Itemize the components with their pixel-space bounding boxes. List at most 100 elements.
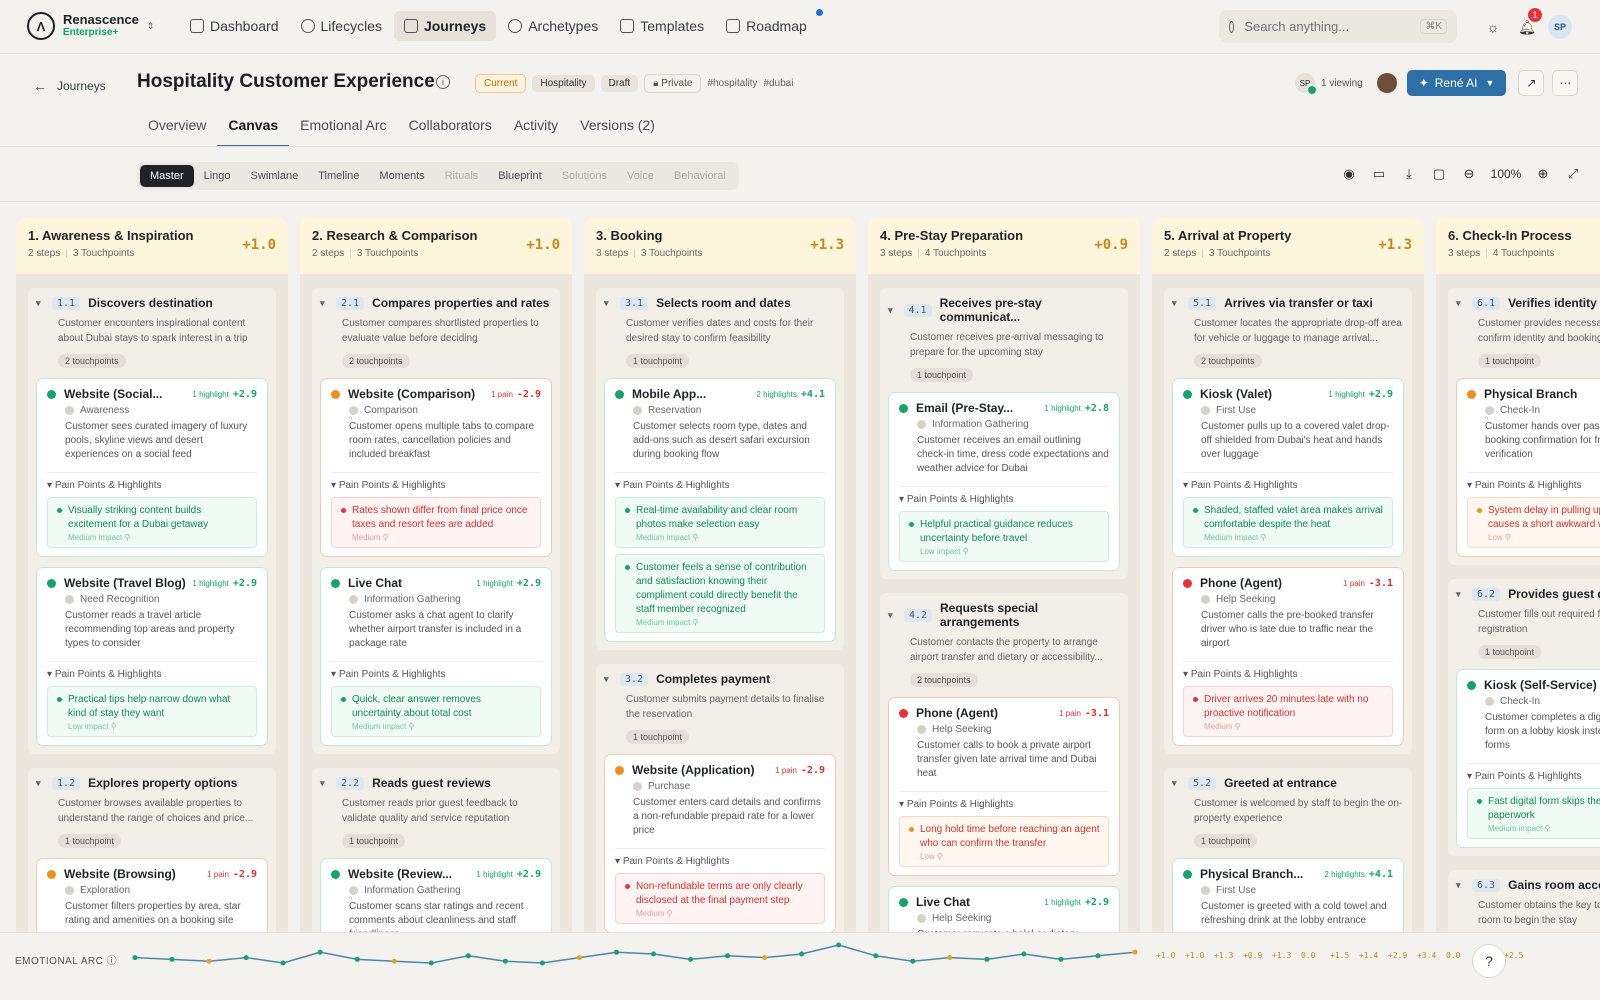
step-header[interactable]: ▾ 5.2 Greeted at entrance	[1172, 776, 1404, 790]
emotional-arc-point[interactable]	[651, 951, 657, 957]
touchpoint-card[interactable]: Website (Social... 1 highlight +2.9 Awarene…	[36, 378, 268, 557]
pain-points-toggle[interactable]: ▾ Pain Points & Highlights	[331, 472, 541, 491]
view-moments[interactable]: Moments	[369, 165, 434, 187]
chevron-down-icon[interactable]: ▾	[36, 298, 52, 309]
pain-points-toggle[interactable]: ▾ Pain Points & Highlights	[331, 661, 541, 680]
stage-header[interactable]: 5. Arrival at Property 2 steps | 3 Touchpoi…	[1152, 218, 1424, 274]
viewer-avatar[interactable]: SP	[1295, 73, 1317, 95]
pain-point-item[interactable]: System delay in pulling up the booking c…	[1467, 497, 1600, 548]
chevron-down-icon[interactable]: ▾	[888, 610, 904, 621]
emotional-arc-point[interactable]	[243, 955, 249, 961]
pain-points-toggle[interactable]: ▾ Pain Points & Highlights	[615, 472, 825, 491]
pain-points-toggle[interactable]: ▾ Pain Points & Highlights	[1467, 763, 1600, 782]
stage-header[interactable]: 1. Awareness & Inspiration 2 steps | 3 Touc…	[16, 218, 288, 274]
highlight-item[interactable]: Customer feels a sense of contribution a…	[615, 554, 825, 633]
pain-point-item[interactable]: Non-refundable terms are only clearly di…	[615, 873, 825, 924]
emotional-arc-point[interactable]	[1132, 949, 1138, 955]
pain-point-item[interactable]: Driver arrives 20 minutes late with no p…	[1183, 686, 1393, 737]
tag-current[interactable]: Current	[475, 74, 527, 93]
view-timeline[interactable]: Timeline	[308, 165, 369, 187]
step-header[interactable]: ▾ 6.1 Verifies identity	[1456, 296, 1600, 310]
theme-toggle-icon[interactable]: ☼	[1480, 14, 1506, 40]
emotional-arc-point[interactable]	[947, 955, 953, 961]
chevron-down-icon[interactable]: ▾	[604, 674, 620, 685]
view-master[interactable]: Master	[140, 165, 194, 187]
view-lingo[interactable]: Lingo	[194, 165, 241, 187]
back-to-journeys[interactable]: ← Journeys	[33, 78, 106, 94]
more-icon[interactable]: ⋯	[1552, 70, 1579, 96]
highlight-item[interactable]: Quick, clear answer removes uncertainty …	[331, 686, 541, 737]
emotional-arc-point[interactable]	[391, 958, 397, 964]
help-icon[interactable]: ?	[1472, 944, 1506, 978]
step-header[interactable]: ▾ 3.2 Completes payment	[604, 672, 836, 686]
nav-item-roadmap[interactable]: Roadmap	[716, 9, 823, 41]
emotional-arc-point[interactable]	[725, 953, 731, 959]
emotional-arc-point[interactable]	[688, 956, 694, 962]
emotional-arc-point[interactable]	[762, 955, 768, 961]
tag-industry[interactable]: Hospitality	[532, 75, 595, 92]
emotional-arc-point[interactable]	[613, 949, 619, 955]
tab-collaborators[interactable]: Collaborators	[398, 112, 503, 147]
step-header[interactable]: ▾ 3.1 Selects room and dates	[604, 296, 836, 310]
chevron-down-icon[interactable]: ▾	[1172, 298, 1188, 309]
touchpoint-card[interactable]: Phone (Agent) 1 pain -3.1 Help Seeking Custo…	[888, 697, 1120, 876]
stage-header[interactable]: 4. Pre-Stay Preparation 3 steps | 4 Touchpo…	[868, 218, 1140, 274]
tab-activity[interactable]: Activity	[503, 112, 569, 147]
tag-status[interactable]: Draft	[600, 75, 639, 92]
tag-visibility[interactable]: 🔒︎ Private	[644, 74, 702, 93]
touchpoint-card[interactable]: Physical Branch Check-In Customer hands ov…	[1456, 378, 1600, 557]
chevron-down-icon[interactable]: ▾	[1172, 778, 1188, 789]
highlight-item[interactable]: Fast digital form skips the usual paperw…	[1467, 788, 1600, 839]
share-icon[interactable]: ↗	[1518, 70, 1545, 96]
comment-icon[interactable]: ▢	[1424, 166, 1454, 182]
present-icon[interactable]: ▭	[1364, 166, 1394, 182]
view-rituals[interactable]: Rituals	[435, 165, 489, 187]
view-voice[interactable]: Voice	[617, 165, 664, 187]
bell-icon[interactable]: 🔔︎ 1	[1514, 8, 1542, 40]
step-header[interactable]: ▾ 2.2 Reads guest reviews	[320, 776, 552, 790]
pain-points-toggle[interactable]: ▾ Pain Points & Highlights	[899, 791, 1109, 810]
tab-emotional-arc[interactable]: Emotional Arc	[289, 112, 397, 147]
view-behavioral[interactable]: Behavioral	[664, 165, 736, 187]
pain-points-toggle[interactable]: ▾ Pain Points & Highlights	[1183, 661, 1393, 680]
hashtag[interactable]: #dubai	[763, 78, 793, 89]
chevron-down-icon[interactable]: ▾	[1456, 589, 1472, 600]
step-header[interactable]: ▾ 4.2 Requests special arrangements	[888, 601, 1120, 629]
highlight-item[interactable]: Shaded, staffed valet area makes arrival…	[1183, 497, 1393, 548]
step-header[interactable]: ▾ 1.1 Discovers destination	[36, 296, 268, 310]
pain-points-toggle[interactable]: ▾ Pain Points & Highlights	[47, 472, 257, 491]
touchpoint-card[interactable]: Email (Pre-Stay... 1 highlight +2.8 Informa…	[888, 392, 1120, 571]
pain-points-toggle[interactable]: ▾ Pain Points & Highlights	[899, 486, 1109, 505]
chevron-down-icon[interactable]: ▾	[604, 298, 620, 309]
view-blueprint[interactable]: Blueprint	[488, 165, 551, 187]
emotional-arc-point[interactable]	[836, 942, 842, 948]
workspace-switcher[interactable]: Λ Renascence Enterprise+ ⇕	[27, 12, 154, 40]
step-header[interactable]: ▾ 4.1 Receives pre-stay communicat...	[888, 296, 1120, 324]
emotional-arc-point[interactable]	[799, 951, 805, 957]
tab-overview[interactable]: Overview	[137, 112, 217, 147]
touchpoint-card[interactable]: Mobile App... 2 highlights +4.1 Reservation…	[604, 378, 836, 642]
step-header[interactable]: ▾ 5.1 Arrives via transfer or taxi	[1172, 296, 1404, 310]
emotional-arc-point[interactable]	[576, 955, 582, 961]
nav-item-archetypes[interactable]: Archetypes	[498, 11, 608, 41]
chevron-down-icon[interactable]: ▾	[320, 298, 336, 309]
chevron-down-icon[interactable]: ▾	[1456, 880, 1472, 891]
highlight-item[interactable]: Helpful practical guidance reduces uncer…	[899, 511, 1109, 562]
ai-assistant-button[interactable]: ✦ René AI ▼	[1406, 70, 1507, 96]
pain-point-item[interactable]: Long hold time before reaching an agent …	[899, 816, 1109, 867]
view-swimlane[interactable]: Swimlane	[241, 165, 309, 187]
emotional-arc-point[interactable]	[1095, 953, 1101, 959]
highlight-item[interactable]: Practical tips help narrow down what kin…	[47, 686, 257, 737]
user-avatar[interactable]: SP	[1548, 15, 1572, 39]
view-solutions[interactable]: Solutions	[552, 165, 617, 187]
step-header[interactable]: ▾ 2.1 Compares properties and rates	[320, 296, 552, 310]
highlight-item[interactable]: Visually striking content builds excitem…	[47, 497, 257, 548]
pain-point-item[interactable]: Rates shown differ from final price once…	[331, 497, 541, 548]
zoom-in-icon[interactable]: ⊕	[1528, 166, 1558, 182]
highlight-item[interactable]: Real-time availability and clear room ph…	[615, 497, 825, 548]
search-box[interactable]: ⌘K	[1219, 10, 1457, 43]
pain-points-toggle[interactable]: ▾ Pain Points & Highlights	[1183, 472, 1393, 491]
step-header[interactable]: ▾6.3 Gains room access	[1456, 878, 1600, 892]
nav-item-templates[interactable]: Templates	[610, 11, 714, 41]
touchpoint-card[interactable]: Website (Travel Blog) 1 highlight +2.9 Need…	[36, 567, 268, 746]
